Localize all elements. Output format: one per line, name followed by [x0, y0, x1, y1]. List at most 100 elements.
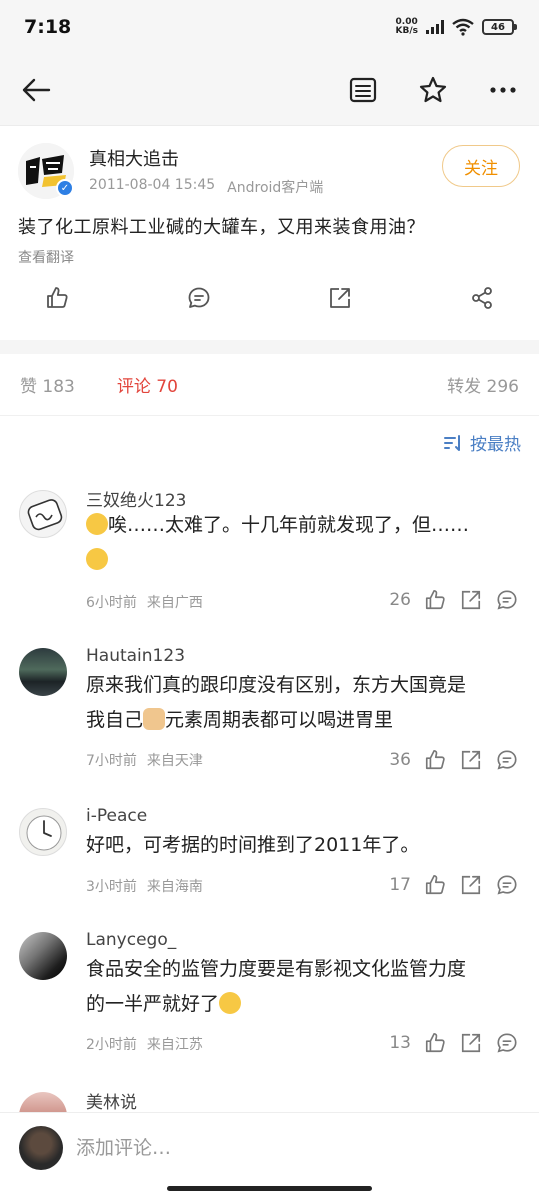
thumbs-up-icon: [47, 287, 68, 308]
share-button[interactable]: [469, 285, 495, 311]
comment-repost-button[interactable]: [459, 873, 483, 897]
clock-icon: [26, 815, 62, 851]
comment-repost-button[interactable]: [459, 1031, 483, 1055]
comment-text: 唉……太难了。十几年前就发现了，但……: [86, 508, 522, 578]
comment-time: 7小时前: [86, 753, 137, 769]
back-button[interactable]: [18, 72, 54, 108]
comment-actions: 36: [389, 748, 519, 772]
main-post: ✓ 真相大追击 2011-08-04 15:45 Android客户端 关注 装…: [0, 127, 539, 340]
comment-reply-button[interactable]: [495, 588, 519, 612]
comment-time: 6小时前: [86, 595, 137, 611]
repost-icon: [461, 750, 481, 770]
sort-button[interactable]: 按最热: [444, 430, 521, 455]
comment-icon: [497, 1033, 517, 1053]
commenter-avatar[interactable]: [19, 490, 67, 538]
more-icon: [490, 86, 516, 93]
tab-likes[interactable]: 赞 183: [20, 372, 75, 397]
comment-like-count: 36: [389, 750, 411, 770]
emoji-ok-hand-icon: [143, 707, 166, 730]
commenter-name[interactable]: Hautain123: [86, 646, 185, 666]
sort-label: 按最热: [470, 435, 521, 455]
commenter-avatar[interactable]: [19, 932, 67, 980]
comment-location: 来自广西: [146, 595, 203, 611]
comment-like-button[interactable]: [423, 1031, 447, 1055]
signal-icon: [426, 20, 444, 34]
repost-button[interactable]: [327, 285, 353, 311]
commenter-avatar[interactable]: [19, 808, 67, 856]
emoji-sweat-icon: [86, 512, 108, 535]
post-actions: [0, 285, 539, 325]
comment-actions: 26: [389, 588, 519, 612]
more-button[interactable]: [485, 72, 521, 108]
comment-location: 来自江苏: [146, 1037, 203, 1053]
my-avatar[interactable]: [19, 1126, 63, 1170]
repost-icon: [461, 1033, 481, 1053]
section-divider: [0, 340, 539, 354]
home-indicator[interactable]: [167, 1186, 372, 1191]
favorite-button[interactable]: [415, 72, 451, 108]
nav-bar: [0, 54, 539, 126]
comment-actions: 13: [389, 1031, 519, 1055]
comment-reply-button[interactable]: [495, 1031, 519, 1055]
status-time: 7:18: [24, 16, 72, 38]
tab-reposts[interactable]: 转发 296: [447, 372, 519, 397]
battery-icon: 46: [482, 19, 517, 35]
like-button[interactable]: [44, 285, 70, 311]
comment-input[interactable]: 添加评论…: [76, 1133, 171, 1160]
list-icon: [349, 77, 377, 102]
comment-text: 原来我们真的跟印度没有区别，东方大国竟是 我自己 元素周期表都可以喝进胃里: [86, 674, 467, 731]
share-icon: [472, 287, 492, 309]
comment-icon: [497, 875, 517, 895]
reader-mode-button[interactable]: [345, 72, 381, 108]
arrow-left-icon: [22, 78, 51, 101]
comment-meta: 7小时前 来自天津: [86, 750, 203, 770]
comment-actions: 17: [389, 873, 519, 897]
commenter-name[interactable]: Lanycego_: [86, 930, 176, 950]
comment-meta: 3小时前 来自海南: [86, 876, 203, 896]
comment-like-count: 26: [389, 590, 411, 610]
thumbs-up-icon: [425, 590, 445, 610]
comment-repost-button[interactable]: [459, 748, 483, 772]
comment-repost-button[interactable]: [459, 588, 483, 612]
comment-text: 食品安全的监管力度要是有影视文化监管力度 的一半严就好了: [86, 958, 467, 1015]
comment-like-button[interactable]: [423, 588, 447, 612]
comment-location: 来自海南: [146, 879, 203, 895]
author-name[interactable]: 真相大追击: [89, 145, 179, 171]
post-text: 装了化工原料工业碱的大罐车，又用来装食用油？: [18, 217, 425, 238]
status-bar: 7:18 0.00 KB/s 46: [0, 0, 539, 54]
comment-text: 好吧，可考据的时间推到了2011年了。: [86, 834, 420, 856]
commenter-name[interactable]: 美林说: [86, 1088, 137, 1113]
comment-meta: 2小时前 来自江苏: [86, 1034, 203, 1054]
sort-icon: [444, 434, 460, 451]
comment-like-button[interactable]: [423, 873, 447, 897]
comment-meta: 6小时前 来自广西: [86, 592, 203, 612]
thumbs-up-icon: [425, 875, 445, 895]
commenter-name[interactable]: i-Peace: [86, 806, 147, 826]
repost-icon: [461, 590, 481, 610]
thumbs-up-icon: [425, 1033, 445, 1053]
comment-time: 3小时前: [86, 879, 137, 895]
comment-button[interactable]: [186, 285, 212, 311]
commenter-avatar[interactable]: [19, 648, 67, 696]
status-icons: 0.00 KB/s 46: [396, 18, 517, 36]
comment-like-count: 13: [389, 1033, 411, 1053]
thumbs-up-icon: [425, 750, 445, 770]
comment-icon: [497, 750, 517, 770]
comment-reply-button[interactable]: [495, 873, 519, 897]
comment-reply-button[interactable]: [495, 748, 519, 772]
star-icon: [419, 76, 447, 102]
avatar-image-icon: [27, 499, 63, 531]
post-meta: 2011-08-04 15:45 Android客户端: [89, 177, 323, 197]
interaction-tabs: 赞 183 评论 70 转发 296: [0, 354, 539, 416]
comment-like-button[interactable]: [423, 748, 447, 772]
comment-location: 来自天津: [146, 753, 203, 769]
comment-time: 2小时前: [86, 1037, 137, 1053]
network-speed: 0.00 KB/s: [395, 17, 418, 36]
emoji-sweat-icon: [86, 547, 108, 570]
follow-button[interactable]: 关注: [442, 145, 520, 187]
tab-comments[interactable]: 评论 70: [117, 372, 178, 397]
translate-link[interactable]: 查看翻译: [18, 247, 74, 267]
post-date: 2011-08-04 15:45: [89, 177, 216, 193]
emoji-laugh-icon: [219, 991, 242, 1014]
post-client: Android客户端: [227, 180, 324, 196]
